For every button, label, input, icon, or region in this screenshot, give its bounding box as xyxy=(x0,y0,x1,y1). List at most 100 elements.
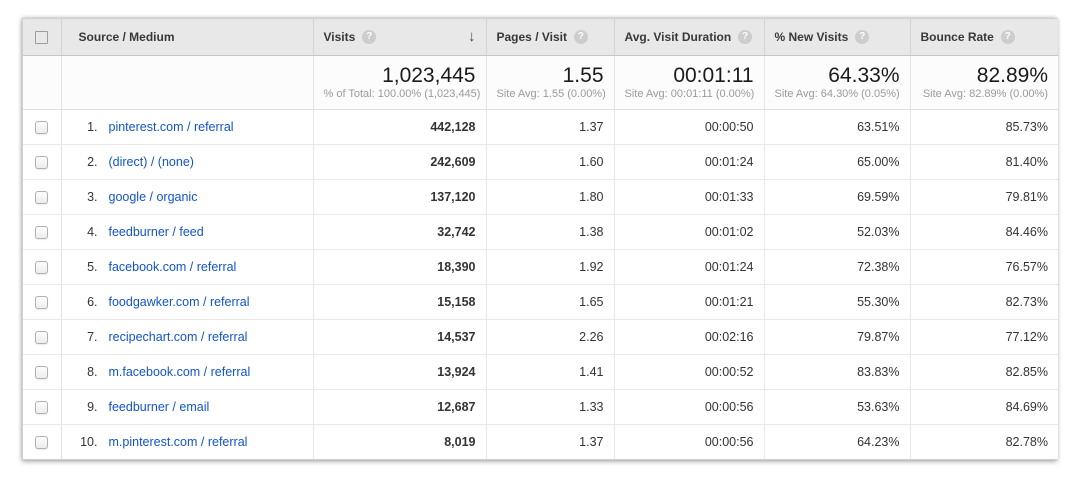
analytics-table-panel: Source / Medium Visits ? ↓ Pages / Visit… xyxy=(22,18,1057,460)
help-icon[interactable]: ? xyxy=(362,30,376,44)
new-visits-cell: 63.51% xyxy=(764,109,910,144)
pages-cell: 2.26 xyxy=(486,319,614,354)
source-link[interactable]: google / organic xyxy=(109,190,198,204)
bounce-cell: 76.57% xyxy=(910,249,1058,284)
visits-cell: 13,924 xyxy=(313,354,486,389)
row-checkbox[interactable] xyxy=(35,261,48,274)
visits-cell: 14,537 xyxy=(313,319,486,354)
new-visits-cell: 72.38% xyxy=(764,249,910,284)
column-label: Bounce Rate xyxy=(921,30,994,44)
duration-cell: 00:01:24 xyxy=(614,144,764,179)
column-header-source-medium[interactable]: Source / Medium xyxy=(61,19,313,55)
new-visits-cell: 64.23% xyxy=(764,424,910,459)
help-icon[interactable]: ? xyxy=(855,30,869,44)
column-label: Pages / Visit xyxy=(497,30,567,44)
visits-cell: 32,742 xyxy=(313,214,486,249)
pages-cell: 1.92 xyxy=(486,249,614,284)
source-medium-table: Source / Medium Visits ? ↓ Pages / Visit… xyxy=(23,19,1058,459)
column-header-new-visits[interactable]: % New Visits ? xyxy=(764,19,910,55)
total-visits: 1,023,445 xyxy=(324,64,476,88)
source-link[interactable]: (direct) / (none) xyxy=(109,155,194,169)
total-visits-subtext: % of Total: 100.00% (1,023,445) xyxy=(324,88,476,100)
pages-cell: 1.80 xyxy=(486,179,614,214)
source-link[interactable]: foodgawker.com / referral xyxy=(109,295,250,309)
new-visits-cell: 83.83% xyxy=(764,354,910,389)
table-row: 7. recipechart.com / referral 14,537 2.26… xyxy=(23,319,1058,354)
visits-cell: 442,128 xyxy=(313,109,486,144)
row-checkbox[interactable] xyxy=(35,436,48,449)
help-icon[interactable]: ? xyxy=(1001,30,1015,44)
bounce-cell: 82.73% xyxy=(910,284,1058,319)
new-visits-cell: 52.03% xyxy=(764,214,910,249)
row-index: 10. xyxy=(72,435,98,449)
column-header-visits[interactable]: Visits ? ↓ xyxy=(313,19,486,55)
total-new-visits: 64.33% xyxy=(775,64,900,88)
source-link[interactable]: m.pinterest.com / referral xyxy=(109,435,248,449)
bounce-cell: 84.69% xyxy=(910,389,1058,424)
row-checkbox[interactable] xyxy=(35,121,48,134)
column-header-bounce-rate[interactable]: Bounce Rate ? xyxy=(910,19,1058,55)
row-checkbox[interactable] xyxy=(35,366,48,379)
row-checkbox[interactable] xyxy=(35,191,48,204)
source-link[interactable]: feedburner / feed xyxy=(109,225,204,239)
source-link[interactable]: m.facebook.com / referral xyxy=(109,365,251,379)
pages-cell: 1.33 xyxy=(486,389,614,424)
bounce-cell: 85.73% xyxy=(910,109,1058,144)
help-icon[interactable]: ? xyxy=(738,30,752,44)
pages-cell: 1.60 xyxy=(486,144,614,179)
select-all-checkbox[interactable] xyxy=(35,31,48,44)
new-visits-cell: 79.87% xyxy=(764,319,910,354)
row-checkbox[interactable] xyxy=(35,331,48,344)
visits-cell: 15,158 xyxy=(313,284,486,319)
page: Source / Medium Visits ? ↓ Pages / Visit… xyxy=(0,0,1075,499)
pages-cell: 1.65 xyxy=(486,284,614,319)
row-checkbox[interactable] xyxy=(35,401,48,414)
source-link[interactable]: pinterest.com / referral xyxy=(109,120,234,134)
table-row: 4.feedburner / feed 32,742 1.38 00:01:02… xyxy=(23,214,1058,249)
totals-row: 1,023,445 % of Total: 100.00% (1,023,445… xyxy=(23,55,1058,109)
source-link[interactable]: recipechart.com / referral xyxy=(109,330,248,344)
bounce-cell: 82.85% xyxy=(910,354,1058,389)
new-visits-cell: 69.59% xyxy=(764,179,910,214)
source-link[interactable]: feedburner / email xyxy=(109,400,210,414)
row-checkbox[interactable] xyxy=(35,296,48,309)
total-avg-duration: 00:01:11 xyxy=(625,64,754,88)
totals-checkbox-cell xyxy=(23,55,61,109)
duration-cell: 00:00:52 xyxy=(614,354,764,389)
column-header-avg-visit-duration[interactable]: Avg. Visit Duration ? xyxy=(614,19,764,55)
new-visits-cell: 53.63% xyxy=(764,389,910,424)
visits-cell: 137,120 xyxy=(313,179,486,214)
totals-visits-cell: 1,023,445 % of Total: 100.00% (1,023,445… xyxy=(313,55,486,109)
duration-cell: 00:00:56 xyxy=(614,424,764,459)
table-row: 2.(direct) / (none) 242,609 1.60 00:01:2… xyxy=(23,144,1058,179)
totals-source-cell xyxy=(61,55,313,109)
help-icon[interactable]: ? xyxy=(574,30,588,44)
row-index: 3. xyxy=(72,190,98,204)
row-checkbox[interactable] xyxy=(35,226,48,239)
table-row: 10.m.pinterest.com / referral 8,019 1.37… xyxy=(23,424,1058,459)
header-row: Source / Medium Visits ? ↓ Pages / Visit… xyxy=(23,19,1058,55)
bounce-cell: 84.46% xyxy=(910,214,1058,249)
table-row: 6.foodgawker.com / referral 15,158 1.65 … xyxy=(23,284,1058,319)
pages-cell: 1.41 xyxy=(486,354,614,389)
table-row: 9.feedburner / email 12,687 1.33 00:00:5… xyxy=(23,389,1058,424)
totals-pages-cell: 1.55 Site Avg: 1.55 (0.00%) xyxy=(486,55,614,109)
visits-cell: 18,390 xyxy=(313,249,486,284)
source-link[interactable]: facebook.com / referral xyxy=(109,260,237,274)
table-row: 1.pinterest.com / referral 442,128 1.37 … xyxy=(23,109,1058,144)
sort-desc-icon[interactable]: ↓ xyxy=(468,29,476,44)
total-duration-subtext: Site Avg: 00:01:11 (0.00%) xyxy=(625,88,754,100)
bounce-cell: 81.40% xyxy=(910,144,1058,179)
totals-new-visits-cell: 64.33% Site Avg: 64.30% (0.05%) xyxy=(764,55,910,109)
row-checkbox[interactable] xyxy=(35,156,48,169)
row-index: 5. xyxy=(72,260,98,274)
bounce-cell: 82.78% xyxy=(910,424,1058,459)
new-visits-cell: 65.00% xyxy=(764,144,910,179)
total-bounce-rate: 82.89% xyxy=(921,64,1049,88)
duration-cell: 00:01:24 xyxy=(614,249,764,284)
duration-cell: 00:02:16 xyxy=(614,319,764,354)
column-header-pages-visit[interactable]: Pages / Visit ? xyxy=(486,19,614,55)
row-index: 7. xyxy=(72,330,98,344)
table-row: 5. facebook.com / referral 18,390 1.92 00… xyxy=(23,249,1058,284)
total-bounce-subtext: Site Avg: 82.89% (0.00%) xyxy=(921,88,1049,100)
